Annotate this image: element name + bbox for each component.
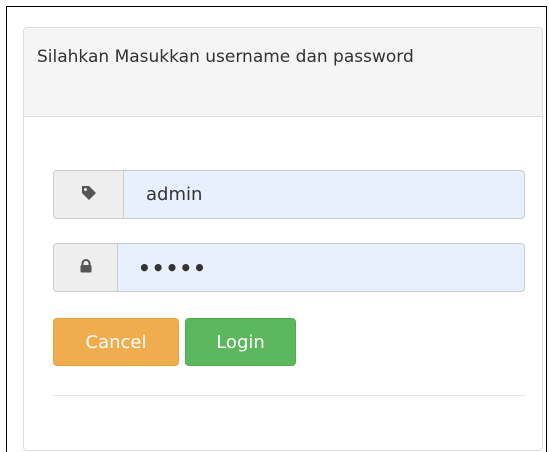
panel-title: Silahkan Masukkan username dan password bbox=[37, 47, 414, 67]
login-panel: Silahkan Masukkan username dan password bbox=[23, 27, 543, 451]
form-divider bbox=[53, 395, 525, 396]
username-addon bbox=[53, 170, 123, 219]
tag-icon bbox=[81, 185, 97, 205]
password-input-group: ••••• bbox=[53, 243, 525, 292]
cancel-button[interactable]: Cancel bbox=[53, 318, 179, 366]
login-button[interactable]: Login bbox=[185, 318, 296, 366]
window-frame: Silahkan Masukkan username dan password bbox=[6, 6, 547, 452]
password-addon bbox=[53, 243, 117, 292]
panel-heading: Silahkan Masukkan username dan password bbox=[24, 28, 542, 117]
username-input[interactable] bbox=[123, 170, 525, 219]
username-input-group bbox=[53, 170, 525, 219]
password-input[interactable]: ••••• bbox=[117, 243, 525, 292]
lock-icon bbox=[79, 258, 93, 277]
